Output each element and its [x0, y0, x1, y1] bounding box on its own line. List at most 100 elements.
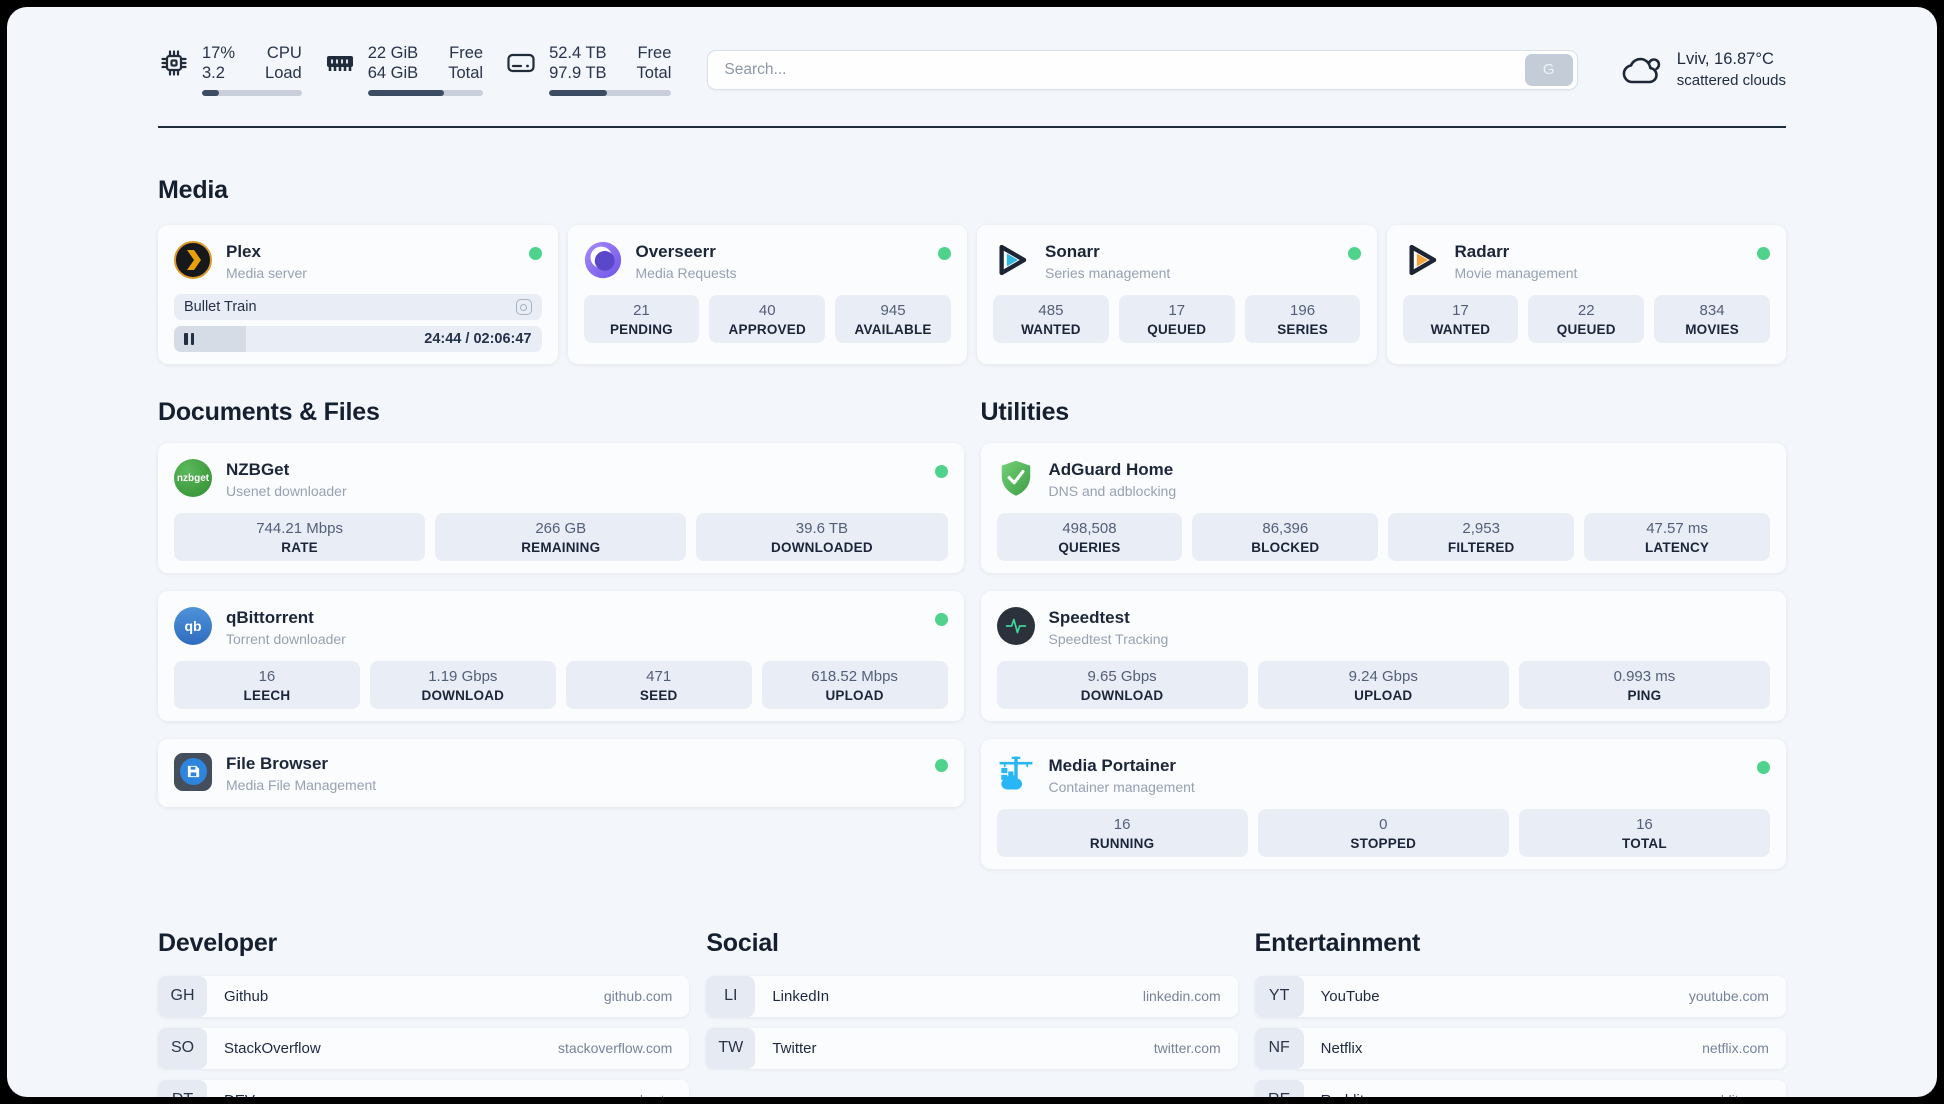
stat-stopped: 0 STOPPED: [1257, 808, 1509, 857]
disk-free-value: 52.4 TB: [549, 44, 607, 62]
playback-time: 24:44 / 02:06:47: [424, 331, 532, 348]
bookmark-youtube[interactable]: YT YouTube youtube.com: [1254, 975, 1786, 1017]
media-grid: Plex Media server Bullet Train 24:44 / 0…: [158, 225, 1786, 365]
app-name: AdGuard Home: [1048, 460, 1174, 480]
bookmark-twitter[interactable]: TW Twitter twitter.com: [706, 1027, 1238, 1069]
app-card-sonarr[interactable]: Sonarr Series management 485 WANTED 17 QUE…: [977, 225, 1377, 365]
bookmark-url: twitter.com: [1153, 1040, 1221, 1056]
app-card-adguard[interactable]: AdGuard Home DNS and adblocking 498,508 Q…: [980, 443, 1786, 573]
status-online-dot: [934, 613, 948, 626]
stat-remaining: 266 GB REMAINING: [435, 513, 687, 561]
bookmark-abbr: SO: [158, 1027, 207, 1069]
app-name: Plex: [226, 242, 261, 262]
app-card-qbittorrent[interactable]: qb qBittorrent Torrent downloader 16 LEEC…: [158, 591, 964, 721]
bookmark-abbr: RE: [1254, 1079, 1304, 1097]
section-title-media: Media: [158, 176, 228, 205]
app-subtitle: Media File Management: [226, 776, 377, 793]
stat-leech: 16 LEECH: [174, 661, 360, 709]
cpu-load-label: Load: [265, 64, 302, 83]
bookmark-name: Twitter: [772, 1039, 817, 1057]
memory-total-value: 64 GiB: [367, 64, 419, 83]
pause-icon[interactable]: [184, 333, 194, 346]
dashboard-panel: 17% 3.2 CPU Load 22 GiB 64 GiB Free Tota…: [7, 7, 1937, 1097]
section-title-documents: Documents & Files: [158, 398, 380, 427]
now-playing-title: Bullet Train: [184, 299, 257, 316]
bookmark-stackoverflow[interactable]: SO StackOverflow stackoverflow.com: [158, 1027, 690, 1069]
utilities-column: Utilities AdGuard Home DNS and adblockin…: [980, 398, 1786, 869]
stat-approved: 40 APPROVED: [709, 295, 826, 343]
stat-queued: 17 QUEUED: [1118, 295, 1235, 343]
bookmarks-entertainment: Entertainment YT YouTube youtube.com NF …: [1254, 928, 1786, 1098]
disk-stat: 52.4 TB 97.9 TB Free Total: [505, 43, 672, 97]
filebrowser-icon: [174, 752, 212, 791]
bookmark-linkedin[interactable]: LI LinkedIn linkedin.com: [706, 975, 1238, 1017]
bookmark-dev[interactable]: DT DEV dev.to: [158, 1079, 690, 1097]
memory-stat: 22 GiB 64 GiB Free Total: [324, 43, 484, 97]
cpu-icon: [161, 50, 187, 76]
weather-widget: Lviv, 16.87°C scattered clouds: [1620, 49, 1786, 90]
app-subtitle: Torrent downloader: [226, 631, 346, 647]
search-engine-button[interactable]: G: [1524, 53, 1573, 86]
nzbget-icon: nzbget: [174, 459, 212, 498]
cpu-stat: 17% 3.2 CPU Load: [158, 43, 302, 97]
stat-filtered: 2,953 FILTERED: [1388, 513, 1575, 561]
app-card-filebrowser[interactable]: File Browser Media File Management: [158, 738, 964, 807]
app-card-plex[interactable]: Plex Media server Bullet Train 24:44 / 0…: [158, 225, 558, 365]
app-name: Speedtest: [1048, 608, 1130, 627]
stat-download: 9.65 Gbps DOWNLOAD: [996, 661, 1248, 709]
system-stats: 17% 3.2 CPU Load 22 GiB 64 GiB Free Tota…: [158, 43, 672, 97]
app-card-nzbget[interactable]: nzbget NZBGet Usenet downloader 744.21 M…: [158, 443, 964, 573]
stat-wanted: 485 WANTED: [993, 295, 1109, 343]
stat-seed: 471 SEED: [565, 661, 752, 709]
portainer-icon: [997, 755, 1035, 793]
stat-running: 16 RUNNING: [996, 808, 1248, 857]
stat-series: 196 SERIES: [1244, 295, 1361, 343]
app-name: File Browser: [226, 753, 329, 773]
bookmark-name: StackOverflow: [224, 1039, 321, 1057]
disk-icon: [507, 54, 535, 73]
cpu-load-value: 3.2: [202, 64, 225, 83]
search-input[interactable]: [724, 60, 1525, 79]
status-online-dot: [528, 247, 542, 261]
bookmark-github[interactable]: GH Github github.com: [158, 975, 690, 1017]
adguard-icon: [997, 459, 1035, 497]
memory-total-label: Total: [448, 64, 484, 83]
bookmark-abbr: LI: [706, 975, 756, 1017]
app-card-speedtest[interactable]: Speedtest Speedtest Tracking 9.65 Gbps DO…: [980, 591, 1786, 721]
app-subtitle: Media server: [226, 265, 307, 282]
status-online-dot: [1347, 247, 1361, 261]
top-bar: 17% 3.2 CPU Load 22 GiB 64 GiB Free Tota…: [158, 43, 1786, 97]
bookmark-name: Reddit: [1321, 1092, 1364, 1098]
stat-downloaded: 39.6 TB DOWNLOADED: [696, 513, 948, 561]
memory-icon: [326, 56, 353, 72]
stat-queued: 22 QUEUED: [1528, 295, 1645, 343]
stat-latency: 47.57 ms LATENCY: [1584, 513, 1770, 561]
app-subtitle: Container management: [1048, 778, 1195, 795]
app-card-overseerr[interactable]: Overseerr Media Requests 21 PENDING 40 APP…: [567, 225, 967, 365]
section-title-entertainment: Entertainment: [1254, 928, 1421, 957]
bookmark-abbr: DT: [158, 1079, 207, 1097]
disk-progress-bar: [549, 90, 672, 97]
bookmark-url: reddit.com: [1704, 1092, 1769, 1097]
app-subtitle: Speedtest Tracking: [1048, 631, 1169, 647]
stat-ping: 0.993 ms PING: [1518, 661, 1771, 709]
app-card-radarr[interactable]: Radarr Movie management 17 WANTED 22 QUEUE…: [1386, 225, 1786, 365]
section-title-utilities: Utilities: [980, 398, 1070, 427]
search-bar: G: [707, 49, 1578, 90]
disk-free-label: Free: [637, 44, 672, 62]
bookmark-url: stackoverflow.com: [557, 1040, 673, 1056]
status-online-dot: [1757, 760, 1770, 774]
section-title-developer: Developer: [158, 928, 278, 957]
plex-icon: [174, 241, 212, 280]
app-name: Overseerr: [635, 242, 716, 262]
cpu-usage-value: 17%: [202, 44, 236, 62]
cpu-usage-label: CPU: [266, 44, 302, 62]
bookmark-netflix[interactable]: NF Netflix netflix.com: [1254, 1027, 1786, 1069]
app-card-portainer[interactable]: Media Portainer Container management 16 R…: [980, 738, 1786, 869]
bookmark-url: linkedin.com: [1142, 988, 1221, 1004]
app-name: Sonarr: [1045, 242, 1100, 262]
bookmark-name: LinkedIn: [772, 987, 830, 1005]
session-icon[interactable]: [515, 299, 532, 316]
bookmark-reddit[interactable]: RE Reddit reddit.com: [1254, 1079, 1786, 1098]
status-online-dot: [938, 247, 951, 261]
